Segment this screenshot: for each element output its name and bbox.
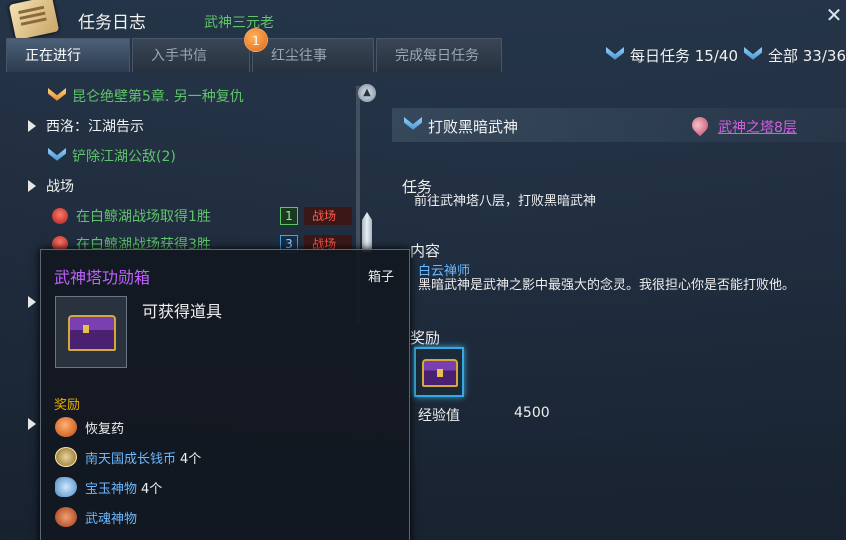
tooltip-item-name: 武神塔功勋箱	[54, 268, 151, 287]
quest-row[interactable]: 昆仑绝壁第5章. 另一种复仇	[8, 84, 244, 108]
tab-letters[interactable]: 入手书信	[132, 38, 250, 72]
quest-category-row[interactable]: 西洛：江湖告示	[8, 114, 144, 138]
tooltip-reward-item: 恢复药	[55, 416, 124, 438]
background-npc-name: 武神三元老	[204, 15, 274, 31]
reward-item-count: 4个	[180, 451, 202, 467]
expand-arrow-icon	[28, 120, 36, 132]
close-button[interactable]: ✕	[824, 4, 844, 26]
reward-item-name: 宝玉神物	[85, 481, 138, 497]
tab-daily-complete[interactable]: 完成每日任务	[376, 38, 502, 72]
zone-tag: 战场	[304, 207, 352, 225]
quest-name: 昆仑绝壁第5章. 另一种复仇	[72, 89, 244, 105]
all-quest-icon	[744, 47, 762, 60]
tooltip-item-type: 箱子	[368, 270, 395, 285]
orange-chevron-icon	[48, 88, 66, 101]
content-text: 黑暗武神是武神之影中最强大的念灵。我很担心你是否能打败他。	[418, 278, 796, 293]
daily-counter: 每日任务 15/40	[630, 46, 738, 65]
tooltip-reward-label: 奖励	[54, 398, 81, 413]
expand-arrow-icon	[28, 180, 36, 192]
category-name: 西洛：江湖告示	[46, 119, 144, 135]
treasure-chest-icon	[422, 359, 458, 387]
reward-item-count: 4个	[141, 481, 163, 497]
quest-detail-title: 打败黑暗武神	[428, 118, 519, 136]
exp-label: 经验值	[418, 408, 460, 424]
quest-scroll-icon	[8, 0, 60, 41]
blue-chevron-icon	[48, 148, 66, 161]
notification-badge: 1	[244, 28, 268, 52]
quest-row[interactable]: 铲除江湖公敌(2)	[8, 144, 176, 168]
tab-past-stories[interactable]: 红尘往事	[252, 38, 374, 72]
quest-name: 在白鲸湖战场取得1胜	[76, 209, 211, 225]
reward-item-name: 南天国成长钱币	[85, 451, 177, 467]
tooltip-reward-item: 武魂神物	[55, 506, 137, 528]
tab-bar: 正在进行 入手书信 红尘往事 完成每日任务 1	[6, 28, 504, 74]
potion-icon	[55, 417, 77, 437]
content-label: 内容	[410, 242, 441, 260]
reward-item-name: 武魂神物	[85, 511, 138, 527]
quest-detail-header: 打败黑暗武神 武神之塔8层	[392, 108, 846, 142]
window-title: 任务日志	[78, 13, 146, 33]
scroll-up-button[interactable]: ▲	[358, 84, 376, 102]
tooltip-reward-item: 南天国成长钱币 4个	[55, 446, 201, 468]
location-pin-icon	[688, 113, 712, 137]
exp-value: 4500	[514, 405, 550, 421]
jade-fish-icon	[55, 477, 77, 497]
tab-in-progress[interactable]: 正在进行	[6, 38, 130, 72]
quest-name: 铲除江湖公敌(2)	[72, 149, 176, 165]
quest-counters: 每日任务 15/40 全部 33/36	[600, 42, 846, 68]
treasure-chest-icon	[68, 315, 116, 351]
reward-item-slot[interactable]	[414, 347, 464, 397]
scrollbar-thumb[interactable]	[362, 212, 372, 252]
quest-count-tag: 1	[280, 207, 298, 225]
daily-quest-icon	[606, 47, 624, 60]
category-name: 战场	[46, 179, 74, 195]
tooltip-reward-item: 宝玉神物 4个	[55, 476, 162, 498]
quest-row[interactable]: 在白鲸湖战场取得1胜 1 战场	[8, 204, 368, 228]
task-text: 前往武神塔八层，打败黑暗武神	[414, 194, 597, 209]
item-tooltip: 武神塔功勋箱 箱子 可获得道具 奖励 恢复药 南天国成长钱币 4个 宝玉神物 4…	[40, 249, 410, 540]
battle-face-icon	[52, 208, 68, 224]
soul-relic-icon	[55, 507, 77, 527]
quest-category-row[interactable]: 战场	[8, 174, 74, 198]
title-bar: 任务日志 武神三元老 ✕	[0, 0, 846, 41]
reward-item-name: 恢复药	[85, 421, 125, 437]
location-link[interactable]: 武神之塔8层	[718, 117, 797, 137]
expand-arrow-icon[interactable]	[28, 296, 36, 308]
reward-label: 奖励	[410, 329, 441, 347]
coin-icon	[55, 447, 77, 467]
quest-log-window: 任务日志 武神三元老 ✕ 正在进行 入手书信 红尘往事 完成每日任务 1 每日任…	[0, 0, 846, 540]
tooltip-item-icon-box	[55, 296, 127, 368]
all-counter: 全部 33/36	[768, 46, 846, 65]
quest-type-icon	[404, 117, 422, 130]
tooltip-description: 可获得道具	[142, 302, 223, 321]
expand-arrow-icon[interactable]	[28, 418, 36, 430]
